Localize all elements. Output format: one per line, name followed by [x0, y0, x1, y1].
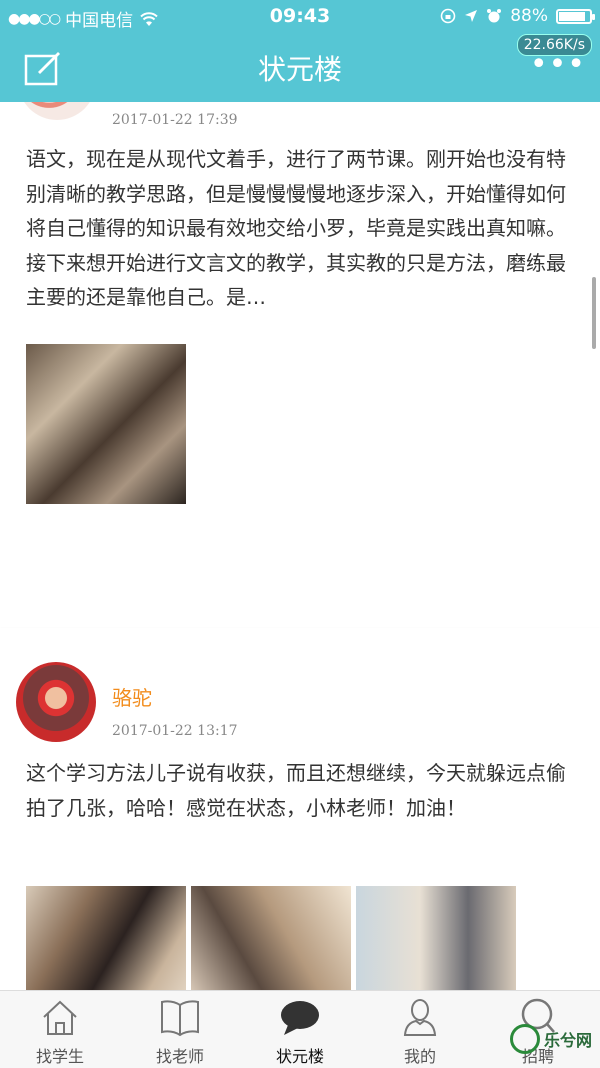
- post-author[interactable]: 骆驼: [112, 682, 152, 711]
- watermark-text: 乐兮网: [543, 1031, 592, 1050]
- battery-icon: [556, 8, 595, 24]
- tab-label: 我的: [403, 1047, 436, 1066]
- battery-fill: [559, 11, 586, 21]
- post-content[interactable]: 这个学习方法儿子说有收获，而且还想继续，今天就躲远点偷拍了几张，哈哈！感觉在状态…: [26, 756, 570, 825]
- post-photo[interactable]: [26, 344, 186, 504]
- location-arrow-icon: [465, 10, 478, 22]
- tab-find-students[interactable]: 找学生: [10, 997, 110, 1067]
- post-time: 2017-01-22 17:39: [112, 112, 238, 128]
- person-icon: [403, 999, 437, 1036]
- battery-percent: 88%: [510, 6, 548, 26]
- rotation-lock-icon: [440, 8, 456, 24]
- watermark-logo-icon: [509, 1024, 540, 1054]
- tab-zhuangyuan-lou[interactable]: 状元楼: [250, 997, 350, 1067]
- scrollbar[interactable]: [592, 277, 596, 349]
- more-options-icon[interactable]: •••: [530, 50, 586, 80]
- tab-label: 找老师: [155, 1047, 204, 1066]
- status-bar: ●●●○○ 中国电信 09:43 88%: [0, 0, 600, 34]
- status-indicators: 88%: [440, 6, 595, 26]
- post-photo[interactable]: [26, 886, 186, 990]
- tab-label: 找学生: [35, 1047, 84, 1066]
- avatar[interactable]: [18, 102, 96, 120]
- post-photo[interactable]: [191, 886, 351, 990]
- post-content[interactable]: 语文，现在是从现代文着手，进行了两节课。刚开始也没有特别清晰的教学思路，但是慢慢…: [26, 142, 570, 315]
- post-time: 2017-01-22 13:17: [112, 723, 238, 739]
- house-icon: [43, 1000, 77, 1035]
- chat-bubble-icon: [281, 1001, 319, 1035]
- post-card: 骆驼 2017-01-22 13:17 这个学习方法儿子说有收获，而且还想继续，…: [0, 628, 600, 990]
- page-title: 状元楼: [257, 53, 342, 86]
- tab-label: 状元楼: [275, 1047, 324, 1066]
- nav-bar: 状元楼 22.66K/s •••: [0, 34, 600, 102]
- watermark: 乐兮网: [509, 1024, 592, 1054]
- alarm-icon: [487, 9, 502, 23]
- tab-mine[interactable]: 我的: [370, 997, 470, 1067]
- avatar[interactable]: [16, 662, 96, 742]
- post-feed[interactable]: 2017-01-22 17:39 语文，现在是从现代文着手，进行了两节课。刚开始…: [0, 102, 600, 990]
- post-photo[interactable]: [356, 886, 516, 990]
- book-icon: [161, 1000, 199, 1037]
- post-card: 2017-01-22 17:39 语文，现在是从现代文着手，进行了两节课。刚开始…: [0, 102, 600, 713]
- tab-find-teachers[interactable]: 找老师: [130, 997, 230, 1067]
